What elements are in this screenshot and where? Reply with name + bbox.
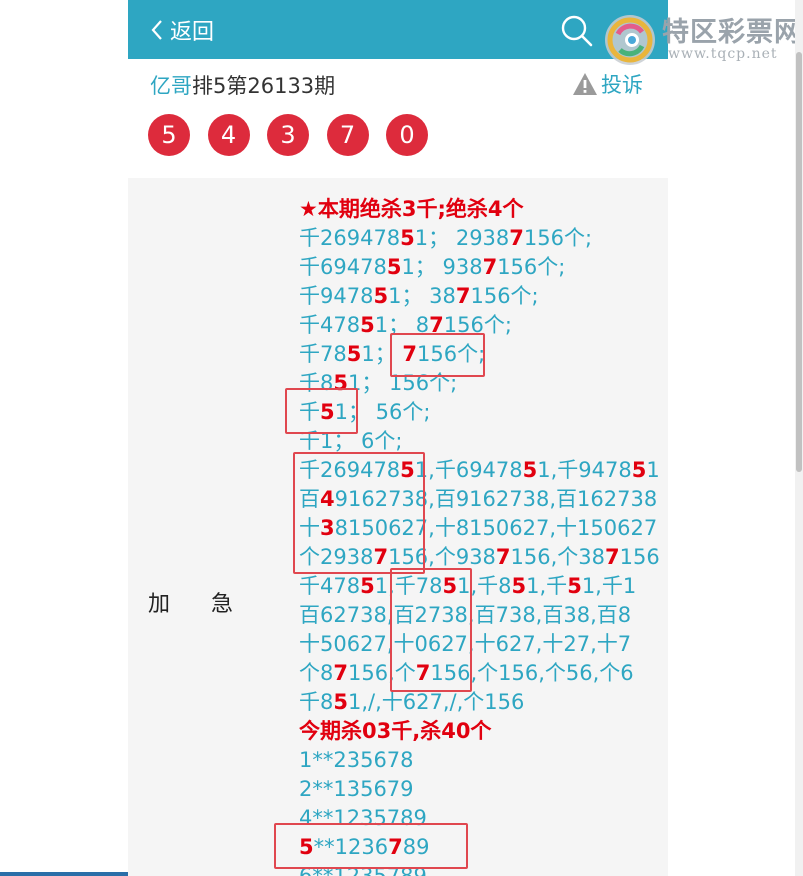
author-link[interactable]: 亿哥 xyxy=(150,74,192,98)
scrollbar-thumb[interactable] xyxy=(796,52,802,472)
chevron-left-icon xyxy=(151,20,162,40)
result-ball: 3 xyxy=(267,114,309,156)
line-text: 千69478 xyxy=(299,255,387,279)
line-text: 1,千69478 xyxy=(414,458,523,482)
back-label: 返回 xyxy=(170,20,215,45)
highlight-digit: 7 xyxy=(605,545,620,569)
section-label: 加急 xyxy=(148,586,233,618)
highlight-digit: 5 xyxy=(567,574,582,598)
prediction-panel: 加急 ★本期绝杀3千;绝杀4个 千26947851； 29387156个; 千694… xyxy=(128,178,668,876)
section-heading: 今期杀03千,杀40个 xyxy=(299,717,659,746)
line-text: 156个; xyxy=(470,284,539,308)
line-text: 1,/,十627,/,个156 xyxy=(348,690,525,714)
section-label-char: 加 xyxy=(148,592,171,617)
line-text: 1； 938 xyxy=(401,255,483,279)
highlight-digit: 5 xyxy=(631,458,647,482)
line-text: 1； 38 xyxy=(388,284,456,308)
highlight-box xyxy=(274,823,468,869)
line-text: 1,千9478 xyxy=(537,458,632,482)
result-ball: 7 xyxy=(326,114,369,156)
prediction-line: 千6947851； 9387156个; xyxy=(299,253,659,282)
section-label-char: 急 xyxy=(211,592,234,617)
prediction-line: 个87156,个7156,个156,个56,个6 xyxy=(299,659,659,688)
watermark-title: 特区彩票网 xyxy=(662,17,802,48)
line-text: 千9478 xyxy=(299,284,374,308)
prediction-line: 百62738,百2738,百738,百38,百8 xyxy=(299,601,659,630)
highlight-box xyxy=(293,452,425,574)
draw-result-balls: 5 4 3 7 0 xyxy=(148,114,446,156)
line-text: 个8 xyxy=(299,661,334,685)
highlight-digit: 7 xyxy=(495,545,511,569)
prediction-line: 千851,/,十627,/,个156 xyxy=(299,688,659,717)
highlight-digit: 5 xyxy=(511,574,527,598)
prediction-line: 千47851,千7851,千851,千51,千1 xyxy=(299,572,659,601)
prediction-line: 1**235678 xyxy=(299,746,659,775)
top-bar: 返回 xyxy=(128,0,668,59)
line-text: 2**135679 xyxy=(299,777,414,801)
highlight-digit: 5 xyxy=(333,690,348,714)
line-text: 156,个38 xyxy=(510,545,606,569)
line-text: ★本期绝杀3千;绝杀4个 xyxy=(299,197,524,221)
section-heading: ★本期绝杀3千;绝杀4个 xyxy=(299,195,659,224)
line-text: 1**235678 xyxy=(299,748,414,772)
line-text: 千269478 xyxy=(299,226,401,250)
prediction-line: 十50627,十0627,十627,十27,十7 xyxy=(299,630,659,659)
report-label: 投诉 xyxy=(601,73,643,97)
highlight-box xyxy=(390,333,485,377)
line-text: 千8 xyxy=(299,690,334,714)
highlight-digit: 7 xyxy=(482,255,498,279)
highlight-digit: 5 xyxy=(522,458,538,482)
result-ball: 5 xyxy=(148,114,190,156)
taskbar-edge xyxy=(0,872,128,876)
issue-title: 排5第26133期 xyxy=(192,74,336,98)
line-text: 1； 2938 xyxy=(414,226,510,250)
line-text: 156个; xyxy=(497,255,566,279)
line-text: 千78 xyxy=(299,342,347,366)
back-button[interactable]: 返回 xyxy=(150,14,214,46)
right-background xyxy=(668,0,803,876)
highlight-digit: 5 xyxy=(386,255,402,279)
highlight-box xyxy=(285,388,358,434)
highlight-digit: 7 xyxy=(455,284,471,308)
search-icon[interactable] xyxy=(560,14,594,48)
highlight-digit: 5 xyxy=(373,284,389,308)
highlight-digit: 5 xyxy=(360,574,375,598)
highlight-digit: 5 xyxy=(360,313,375,337)
highlight-digit: 7 xyxy=(509,226,524,250)
prediction-line: 千26947851； 29387156个; xyxy=(299,224,659,253)
line-text: 1 xyxy=(646,458,660,482)
report-button[interactable]: 投诉 xyxy=(572,70,643,98)
line-text: 今期杀03千,杀40个 xyxy=(299,719,492,743)
highlight-digit: 5 xyxy=(346,342,362,366)
left-background xyxy=(0,0,128,876)
line-text: 156个; xyxy=(523,226,593,250)
watermark-url: www.tqcp.net xyxy=(668,46,778,62)
prediction-line: 2**135679 xyxy=(299,775,659,804)
highlight-box xyxy=(390,568,472,692)
highlight-digit: 5 xyxy=(400,226,415,250)
line-text: 千478 xyxy=(299,574,361,598)
line-text: 1,千 xyxy=(526,574,568,598)
result-ball: 4 xyxy=(207,114,250,156)
line-text: 千478 xyxy=(299,313,361,337)
site-watermark: 特区彩票网 www.tqcp.net xyxy=(602,8,802,70)
warning-icon xyxy=(573,73,597,95)
result-ball: 0 xyxy=(386,114,428,156)
watermark-logo-icon xyxy=(605,15,655,65)
line-text: 156 xyxy=(619,545,660,569)
highlight-digit: 7 xyxy=(333,661,348,685)
line-text: 1,千1 xyxy=(581,574,637,598)
prediction-line: 千947851； 387156个; xyxy=(299,282,659,311)
